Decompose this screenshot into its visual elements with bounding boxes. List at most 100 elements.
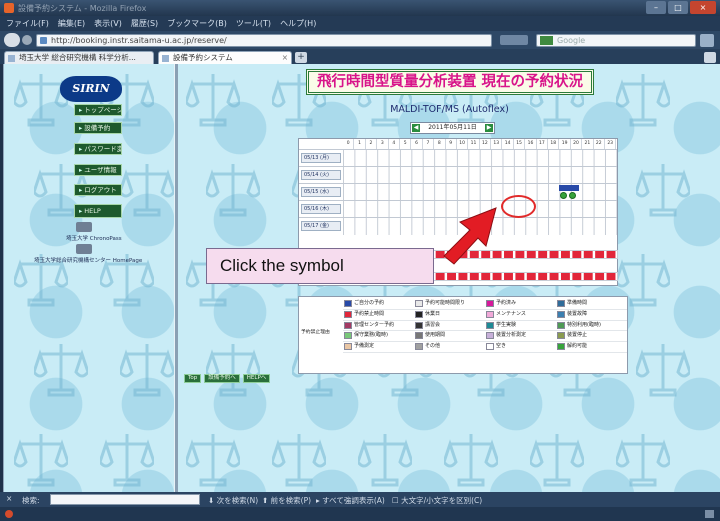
tab-list-button[interactable] bbox=[704, 52, 716, 63]
legend-swatch bbox=[415, 332, 423, 340]
legend-item: 管理センター予約 bbox=[343, 321, 414, 332]
legend-item: 予約可能時間限り bbox=[414, 299, 485, 310]
legend-item: 装置分析測定 bbox=[485, 331, 556, 343]
cancel-symbol-icon[interactable] bbox=[569, 192, 576, 199]
menu-bookmarks[interactable]: ブックマーク(B) bbox=[167, 18, 227, 29]
resize-grip-icon[interactable] bbox=[705, 510, 714, 518]
tab-close-icon[interactable]: × bbox=[282, 52, 288, 64]
find-next-button[interactable]: ⬇ 次を検索(N) bbox=[208, 495, 258, 506]
hour-label: 9 bbox=[446, 139, 457, 149]
legend-item: 予約禁止時間 bbox=[343, 310, 414, 321]
own-reservation-block[interactable] bbox=[559, 185, 579, 191]
legend-swatch bbox=[557, 300, 565, 307]
hour-label: 16 bbox=[525, 139, 537, 149]
close-window-button[interactable]: × bbox=[690, 1, 716, 14]
site-logo[interactable]: SIRIN bbox=[60, 76, 122, 102]
legend-swatch bbox=[415, 310, 423, 318]
legend-label: メンテナンス bbox=[496, 310, 526, 317]
day-label[interactable]: 05/15 (水) bbox=[301, 187, 341, 197]
menu-edit[interactable]: 編集(E) bbox=[58, 18, 85, 29]
day-label[interactable]: 05/17 (金) bbox=[301, 221, 341, 231]
reservation-button[interactable]: 設備予約へ bbox=[204, 374, 240, 383]
new-tab-button[interactable]: + bbox=[295, 52, 307, 63]
address-bar[interactable]: http://booking.instr.saitama-u.ac.jp/res… bbox=[36, 34, 492, 47]
hour-label: 17 bbox=[537, 139, 549, 149]
match-case-checkbox[interactable]: ☐ 大文字/小文字を区別(C) bbox=[392, 495, 482, 506]
forward-button[interactable] bbox=[22, 35, 32, 45]
menu-tools[interactable]: ツール(T) bbox=[236, 18, 271, 29]
bookmark-star-icon[interactable] bbox=[500, 35, 528, 45]
legend-item: 解約可能 bbox=[556, 342, 627, 353]
next-week-button[interactable]: ▶ bbox=[485, 124, 493, 132]
menu-view[interactable]: 表示(V) bbox=[94, 18, 122, 29]
search-box[interactable]: Google bbox=[536, 34, 696, 47]
menu-help[interactable]: ヘルプ(H) bbox=[280, 18, 316, 29]
hour-cells[interactable] bbox=[343, 184, 617, 201]
day-label[interactable]: 05/16 (木) bbox=[301, 204, 341, 214]
nav-reservation[interactable]: 設備予約 bbox=[74, 122, 122, 134]
legend-swatch bbox=[344, 332, 352, 340]
legend-item: 使用期間 bbox=[414, 331, 485, 343]
legend-label: 予備測定 bbox=[354, 343, 375, 350]
nav-logout[interactable]: ログアウト bbox=[74, 184, 122, 196]
legend-label: 装置分析測定 bbox=[496, 332, 527, 339]
day-label[interactable]: 05/14 (火) bbox=[301, 170, 341, 180]
nav-user-info[interactable]: ユーザ情報 bbox=[74, 164, 122, 176]
hour-label: 10 bbox=[457, 139, 469, 149]
left-navigation-frame: SIRIN トップページ 設備予約 パスワード変更 ユーザ情報 ログアウト HE… bbox=[4, 64, 174, 492]
highlight-all-button[interactable]: ▸ すべて強調表示(A) bbox=[316, 495, 385, 506]
page-title: 飛行時間型質量分析装置 現在の予約状況 bbox=[306, 69, 594, 95]
hour-cells[interactable] bbox=[343, 150, 617, 167]
previous-week-button[interactable]: ◀ bbox=[412, 124, 420, 132]
legend-label: ご自分の予約 bbox=[354, 300, 385, 306]
legend-item: 準備時間 bbox=[556, 299, 627, 310]
legend-label: 予約可能時間限り bbox=[425, 300, 466, 306]
instruction-callout: Click the symbol bbox=[206, 248, 434, 284]
tab-booking-system[interactable]: 設備予約システム × bbox=[158, 51, 292, 64]
minimize-button[interactable]: – bbox=[646, 1, 666, 14]
menu-history[interactable]: 履歴(S) bbox=[131, 18, 158, 29]
legend-label: 解約可能 bbox=[567, 343, 588, 350]
legend-label: 休業日 bbox=[425, 310, 441, 317]
campus-icon bbox=[76, 244, 92, 254]
find-prev-button[interactable]: ⬆ 前を検索(P) bbox=[262, 495, 311, 506]
hour-label: 3 bbox=[377, 139, 389, 149]
search-go-button[interactable] bbox=[700, 34, 714, 47]
tab-label: 埼玉大学 総合研究機構 科学分析... bbox=[19, 53, 136, 62]
hour-label: 0 bbox=[343, 139, 355, 149]
nav-top-page[interactable]: トップページ bbox=[74, 104, 122, 116]
tab-saitama-univ[interactable]: 埼玉大学 総合研究機構 科学分析... bbox=[4, 51, 154, 64]
legend-label: 予約禁止時間 bbox=[354, 310, 385, 317]
hour-cells[interactable] bbox=[343, 167, 617, 184]
menu-file[interactable]: ファイル(F) bbox=[6, 18, 49, 29]
cancel-symbol-icon[interactable] bbox=[560, 192, 567, 199]
hour-label: 20 bbox=[571, 139, 583, 149]
legend-swatch bbox=[557, 310, 565, 318]
window-controls: – □ × bbox=[646, 1, 716, 14]
help-button[interactable]: HELPへ bbox=[242, 374, 271, 383]
nav-change-password[interactable]: パスワード変更 bbox=[74, 143, 122, 155]
chronopass-link[interactable]: 埼玉大学 ChronoPass bbox=[66, 234, 122, 242]
legend-item: 学生実験 bbox=[485, 321, 556, 332]
legend-swatch bbox=[344, 321, 352, 329]
status-bar bbox=[0, 507, 720, 521]
date-value: 2011年05月11日 bbox=[428, 124, 477, 131]
top-button[interactable]: Top bbox=[184, 374, 202, 383]
schedule-row: 05/15 (水) bbox=[299, 183, 617, 201]
hour-label: 11 bbox=[468, 139, 480, 149]
tab-bar: 埼玉大学 総合研究機構 科学分析... 設備予約システム × + bbox=[0, 49, 720, 64]
back-button[interactable] bbox=[4, 33, 20, 47]
legend-swatch bbox=[557, 343, 565, 351]
hour-label: 2 bbox=[366, 139, 378, 149]
legend-side-label: 予約禁止理由 bbox=[301, 330, 330, 335]
day-label[interactable]: 05/13 (月) bbox=[301, 153, 341, 163]
legend-label: 保守業務(臨時) bbox=[354, 332, 388, 339]
find-close-icon[interactable]: × bbox=[6, 494, 12, 503]
find-input[interactable] bbox=[50, 494, 200, 505]
pointer-arrow bbox=[443, 207, 497, 265]
center-homepage-link[interactable]: 埼玉大学総合研究機構センター HomePage bbox=[34, 256, 142, 264]
nav-help[interactable]: HELP bbox=[74, 204, 122, 218]
legend-label: 予約済み bbox=[496, 300, 517, 306]
find-label: 検索: bbox=[22, 496, 40, 505]
maximize-button[interactable]: □ bbox=[668, 1, 688, 14]
